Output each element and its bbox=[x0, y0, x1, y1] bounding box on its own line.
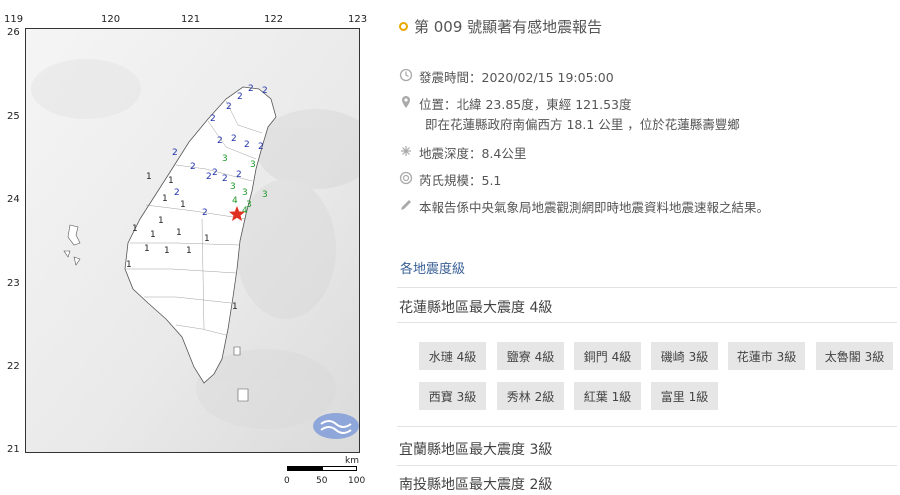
station-intensity-label: 3 bbox=[262, 190, 268, 200]
lon-tick: 120 bbox=[101, 14, 121, 25]
region-heading-nantou[interactable]: 南投縣地區最大震度 2級 bbox=[399, 474, 552, 494]
lat-tick: 25 bbox=[7, 111, 20, 122]
lon-tick: 119 bbox=[4, 14, 24, 25]
lat-tick: 26 bbox=[7, 27, 20, 38]
scale-unit: km bbox=[345, 456, 359, 466]
station-badge[interactable]: 秀林 2級 bbox=[497, 382, 564, 410]
scale-segment bbox=[322, 466, 357, 471]
station-badge[interactable]: 鹽寮 4級 bbox=[497, 342, 564, 370]
station-badge[interactable]: 富里 1級 bbox=[651, 382, 718, 410]
station-intensity-label: 2 bbox=[172, 148, 178, 158]
cwb-logo-icon bbox=[313, 413, 359, 439]
origin-time-row: 發震時間：2020/02/15 19:05:00 bbox=[399, 67, 614, 86]
location-row: 位置：北緯 23.85度，東經 121.53度 bbox=[399, 94, 631, 113]
station-intensity-label: 3 bbox=[230, 182, 236, 192]
station-intensity-label: 2 bbox=[217, 136, 223, 146]
station-intensity-label: 2 bbox=[212, 168, 218, 178]
station-badge[interactable]: 太魯閣 3級 bbox=[816, 342, 893, 370]
lon-tick: 123 bbox=[348, 14, 368, 25]
station-badge[interactable]: 水璉 4級 bbox=[419, 342, 486, 370]
lat-tick: 22 bbox=[7, 361, 20, 372]
station-intensity-label: 2 bbox=[231, 134, 237, 144]
scale-label: 100 bbox=[348, 476, 366, 486]
divider bbox=[397, 322, 897, 323]
lon-tick: 121 bbox=[181, 14, 201, 25]
divider bbox=[397, 287, 897, 288]
scale-label: 0 bbox=[284, 476, 290, 486]
region-heading-yilan[interactable]: 宜蘭縣地區最大震度 3級 bbox=[399, 439, 552, 459]
magnitude-row: 芮氏規模：5.1 bbox=[399, 170, 501, 189]
station-intensity-label: 2 bbox=[206, 172, 212, 182]
pencil-icon bbox=[399, 198, 413, 212]
scale-segment bbox=[287, 466, 322, 471]
report-title: 第 009 號顯著有感地震報告 bbox=[399, 16, 602, 37]
divider bbox=[397, 426, 897, 427]
location-line2: 即在花蓮縣政府南偏西方 18.1 公里 ，位於花蓮縣壽豐鄉 bbox=[425, 117, 740, 132]
station-badge[interactable]: 花蓮市 3級 bbox=[728, 342, 805, 370]
station-intensity-label: 2 bbox=[202, 208, 208, 218]
station-intensity-label: 2 bbox=[226, 102, 232, 112]
station-badge[interactable]: 紅葉 1級 bbox=[574, 382, 641, 410]
scale-bar: km 0 50 100 bbox=[284, 456, 365, 490]
taiwan-map: 22 2222 22 222222 2 223333 33441 111111 11 1 1111 bbox=[26, 29, 359, 452]
earthquake-report: 第 009 號顯著有感地震報告 發震時間：2020/02/15 19:05:00… bbox=[383, 0, 900, 495]
clock-icon bbox=[399, 68, 413, 82]
origin-time: 發震時間：2020/02/15 19:05:00 bbox=[419, 70, 614, 85]
note-row: 本報告係中央氣象局地震觀測網即時地震資料地震速報之結果。 bbox=[399, 197, 769, 216]
focal-depth: 地震深度：8.4公里 bbox=[419, 146, 527, 161]
station-intensity-label: 1 bbox=[150, 230, 156, 240]
station-intensity-label: 1 bbox=[144, 244, 150, 254]
lat-tick: 23 bbox=[7, 278, 20, 289]
station-badge[interactable]: 西寶 3級 bbox=[419, 382, 486, 410]
station-intensity-label: 1 bbox=[204, 234, 210, 244]
divider bbox=[397, 465, 897, 466]
station-intensity-label: 4 bbox=[232, 196, 238, 206]
report-note: 本報告係中央氣象局地震觀測網即時地震資料地震速報之結果。 bbox=[419, 200, 770, 215]
station-intensity-label: 2 bbox=[237, 92, 243, 102]
location-line1: 位置：北緯 23.85度，東經 121.53度 bbox=[419, 97, 632, 112]
map-frame: 222222222222222223333334411111111111111 bbox=[25, 28, 360, 453]
station-intensity-label: 2 bbox=[174, 188, 180, 198]
station-intensity-label: 1 bbox=[232, 302, 238, 312]
station-intensity-label: 2 bbox=[244, 140, 250, 150]
scale-label: 50 bbox=[316, 476, 328, 486]
station-badge[interactable]: 磯崎 3級 bbox=[651, 342, 718, 370]
station-intensity-label: 1 bbox=[132, 224, 138, 234]
station-intensity-label: 1 bbox=[164, 246, 170, 256]
lat-tick: 21 bbox=[7, 444, 20, 455]
lon-tick: 122 bbox=[264, 14, 284, 25]
report-title-text: 第 009 號顯著有感地震報告 bbox=[414, 18, 603, 36]
station-badge[interactable]: 銅門 4級 bbox=[574, 342, 641, 370]
station-intensity-label: 2 bbox=[248, 84, 254, 94]
station-intensity-label: 1 bbox=[158, 216, 164, 226]
station-intensity-label: 3 bbox=[222, 154, 228, 164]
station-intensity-label: 1 bbox=[126, 260, 132, 270]
magnitude-icon bbox=[399, 171, 413, 185]
region-heading-hualien[interactable]: 花蓮縣地區最大震度 4級 bbox=[399, 297, 552, 317]
station-intensity-label: 2 bbox=[236, 170, 242, 180]
station-intensity-label: 2 bbox=[262, 86, 268, 96]
intensity-map-panel: 119 120 121 122 123 26 25 24 23 22 21 2 … bbox=[0, 0, 378, 495]
station-intensity-label: 1 bbox=[180, 200, 186, 210]
station-intensity-label: 1 bbox=[162, 194, 168, 204]
station-intensity-label: 4 bbox=[242, 206, 248, 216]
station-intensity-label: 1 bbox=[168, 176, 174, 186]
lat-tick: 24 bbox=[7, 194, 20, 205]
station-intensity-label: 1 bbox=[146, 172, 152, 182]
station-intensity-label: 2 bbox=[258, 142, 264, 152]
depth-row: 地震深度：8.4公里 bbox=[399, 143, 526, 162]
station-intensity-label: 2 bbox=[210, 114, 216, 124]
depth-icon bbox=[399, 144, 413, 158]
magnitude: 芮氏規模：5.1 bbox=[419, 173, 502, 188]
station-intensity-label: 2 bbox=[190, 162, 196, 172]
station-intensity-label: 2 bbox=[222, 174, 228, 184]
title-bullet-icon bbox=[399, 22, 408, 31]
station-intensity-label: 1 bbox=[176, 228, 182, 238]
station-intensity-label: 3 bbox=[242, 188, 248, 198]
intensity-levels-link[interactable]: 各地震度級 bbox=[400, 258, 465, 277]
map-pin-icon bbox=[399, 95, 413, 109]
station-intensity-label: 3 bbox=[250, 160, 256, 170]
station-intensity-label: 1 bbox=[186, 246, 192, 256]
